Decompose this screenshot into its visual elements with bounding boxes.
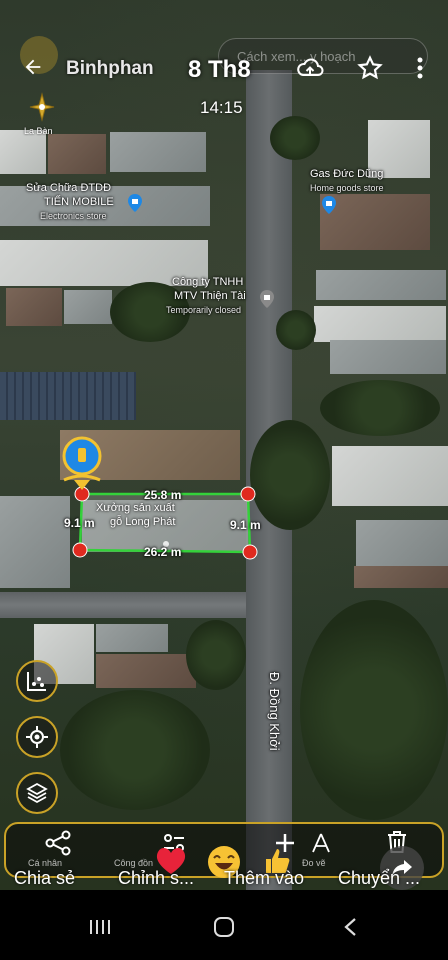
arrow-left-icon [25, 59, 41, 75]
home-button[interactable] [204, 912, 244, 942]
action-share[interactable]: Chia sẻ [14, 868, 75, 889]
more-button[interactable] [410, 52, 430, 84]
measure-point[interactable] [240, 486, 256, 502]
star-icon [357, 55, 383, 80]
system-navigation-bar [0, 894, 448, 960]
tab-community[interactable]: Công đồn [114, 858, 153, 868]
chart-icon [27, 672, 46, 691]
compass-label: La Bàn [24, 126, 53, 136]
tab-measure[interactable]: Đo vẽ [302, 858, 326, 868]
measure-point[interactable] [72, 542, 88, 558]
top-bar: Cách xem... y hoạch Binhphan 8 Th8 14:15… [0, 0, 448, 140]
more-vert-icon [417, 57, 423, 79]
action-edit[interactable]: Chỉnh s... [118, 868, 194, 889]
layers-icon [26, 782, 48, 804]
locate-button[interactable] [16, 716, 58, 758]
action-row: Chia sẻ Chỉnh s... Thêm vào Chuyển ... [0, 868, 448, 894]
measure-point[interactable] [242, 544, 258, 560]
favorite-button[interactable] [354, 52, 386, 84]
page-title: Binhphan [66, 58, 154, 79]
measure-top-length: 25.8 m [144, 488, 182, 502]
recent-apps-icon [90, 920, 110, 934]
chevron-left-icon [344, 918, 356, 936]
home-icon [214, 917, 234, 937]
upload-button[interactable] [294, 52, 326, 84]
cloud-upload-icon [297, 58, 324, 76]
recent-apps-button[interactable] [80, 912, 120, 942]
tab-personal[interactable]: Cá nhân [28, 858, 62, 868]
date-label: 8 Th8 [188, 56, 251, 83]
action-add-to[interactable]: Thêm vào [224, 868, 304, 889]
nav-back-button[interactable] [330, 912, 370, 942]
time-label: 14:15 [200, 98, 243, 117]
compass-icon [29, 92, 55, 122]
back-button[interactable] [18, 52, 48, 82]
location-pin-icon[interactable] [60, 436, 104, 494]
measure-bottom-length: 26.2 m [144, 545, 182, 559]
chart-button[interactable] [16, 660, 58, 702]
measure-left-length: 9.1 m [64, 516, 95, 530]
share-icon[interactable] [44, 830, 72, 856]
action-move[interactable]: Chuyển ... [338, 868, 420, 889]
measure-right-length: 9.1 m [230, 518, 261, 532]
layers-button[interactable] [16, 772, 58, 814]
measure-tool-icon[interactable] [310, 832, 332, 854]
compass-button[interactable]: La Bàn [24, 92, 60, 138]
locate-icon [26, 726, 48, 748]
